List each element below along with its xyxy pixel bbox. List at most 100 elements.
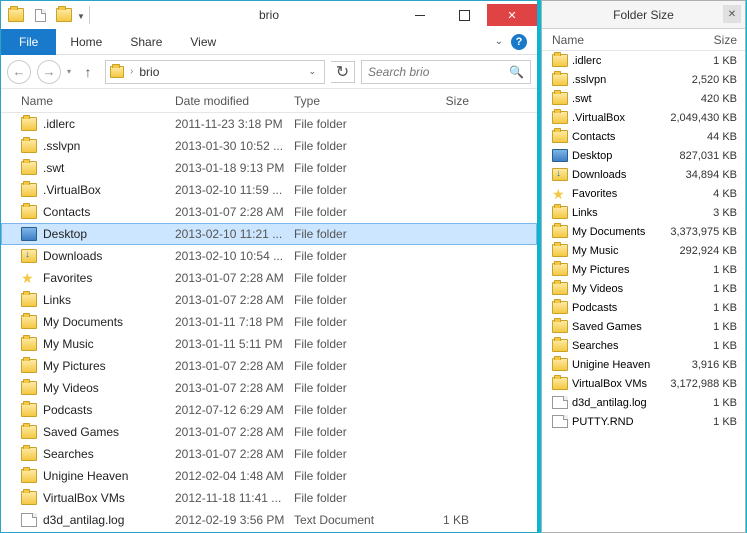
- file-date: 2013-01-07 2:28 AM: [175, 271, 294, 285]
- file-date: 2013-01-07 2:28 AM: [175, 205, 294, 219]
- header-type[interactable]: Type: [294, 94, 409, 108]
- file-row[interactable]: My Videos2013-01-07 2:28 AMFile folder: [1, 377, 537, 399]
- star-icon: ★: [21, 271, 37, 285]
- panel-header-name[interactable]: Name: [552, 33, 657, 47]
- back-button[interactable]: ←: [7, 60, 31, 84]
- header-size[interactable]: Size: [409, 94, 489, 108]
- qat-properties[interactable]: [29, 4, 51, 26]
- file-row[interactable]: My Pictures2013-01-07 2:28 AMFile folder: [1, 355, 537, 377]
- file-date: 2013-01-30 10:52 ...: [175, 139, 294, 153]
- panel-row[interactable]: .idlerc1 KB: [542, 51, 745, 70]
- panel-item-name: Downloads: [572, 169, 657, 181]
- tab-home[interactable]: Home: [56, 29, 116, 55]
- folder-icon: [21, 491, 37, 505]
- file-row[interactable]: Podcasts2012-07-12 6:29 AMFile folder: [1, 399, 537, 421]
- panel-row[interactable]: .sslvpn2,520 KB: [542, 70, 745, 89]
- panel-item-name: My Documents: [572, 226, 657, 238]
- panel-item-name: My Music: [572, 245, 657, 257]
- panel-list[interactable]: .idlerc1 KB.sslvpn2,520 KB.swt420 KB.Vir…: [542, 51, 745, 532]
- tab-view[interactable]: View: [176, 29, 230, 55]
- qat-new-folder[interactable]: [53, 4, 75, 26]
- chevron-right-icon: ›: [130, 66, 133, 77]
- panel-row[interactable]: My Videos1 KB: [542, 279, 745, 298]
- panel-row[interactable]: .VirtualBox2,049,430 KB: [542, 108, 745, 127]
- panel-row[interactable]: PUTTY.RND1 KB: [542, 412, 745, 431]
- file-row[interactable]: .sslvpn2013-01-30 10:52 ...File folder: [1, 135, 537, 157]
- folder-icon: [8, 8, 24, 22]
- panel-row[interactable]: My Documents3,373,975 KB: [542, 222, 745, 241]
- panel-item-name: Favorites: [572, 188, 657, 200]
- file-row[interactable]: Downloads2013-02-10 10:54 ...File folder: [1, 245, 537, 267]
- folder-icon: [21, 117, 37, 131]
- panel-row[interactable]: Saved Games1 KB: [542, 317, 745, 336]
- panel-row[interactable]: Searches1 KB: [542, 336, 745, 355]
- file-row[interactable]: .idlerc2011-11-23 3:18 PMFile folder: [1, 113, 537, 135]
- app-icon[interactable]: [5, 4, 27, 26]
- file-type: File folder: [294, 381, 409, 395]
- file-type: File folder: [294, 271, 409, 285]
- ribbon-expand-icon[interactable]: ⌄: [495, 36, 503, 47]
- file-row[interactable]: .VirtualBox2013-02-10 11:59 ...File fold…: [1, 179, 537, 201]
- panel-row[interactable]: Unigine Heaven3,916 KB: [542, 355, 745, 374]
- tab-file[interactable]: File: [1, 29, 56, 55]
- panel-titlebar: Folder Size ✕: [542, 1, 745, 29]
- file-name: My Videos: [43, 381, 175, 395]
- file-name: Links: [43, 293, 175, 307]
- qat-dropdown[interactable]: ▼: [77, 10, 85, 21]
- file-name: Podcasts: [43, 403, 175, 417]
- panel-row[interactable]: My Music292,924 KB: [542, 241, 745, 260]
- maximize-button[interactable]: [442, 4, 487, 26]
- address-path[interactable]: brio: [139, 65, 159, 79]
- header-date[interactable]: Date modified: [175, 94, 294, 108]
- panel-row[interactable]: d3d_antilag.log1 KB: [542, 393, 745, 412]
- panel-row[interactable]: VirtualBox VMs3,172,988 KB: [542, 374, 745, 393]
- file-type: Text Document: [294, 513, 409, 527]
- panel-row[interactable]: Downloads34,894 KB: [542, 165, 745, 184]
- file-row[interactable]: d3d_antilag.log2012-02-19 3:56 PMText Do…: [1, 509, 537, 531]
- file-date: 2013-01-07 2:28 AM: [175, 293, 294, 307]
- file-list[interactable]: .idlerc2011-11-23 3:18 PMFile folder.ssl…: [1, 113, 537, 532]
- panel-row[interactable]: .swt420 KB: [542, 89, 745, 108]
- panel-row[interactable]: Podcasts1 KB: [542, 298, 745, 317]
- history-dropdown-icon[interactable]: ▾: [67, 67, 71, 76]
- file-icon: [552, 415, 568, 428]
- help-icon[interactable]: ?: [511, 34, 527, 50]
- file-date: 2012-02-04 1:48 AM: [175, 469, 294, 483]
- folder-icon: [552, 320, 568, 333]
- file-row[interactable]: Desktop2013-02-10 11:21 ...File folder: [1, 223, 537, 245]
- file-row[interactable]: Links2013-01-07 2:28 AMFile folder: [1, 289, 537, 311]
- file-type: File folder: [294, 403, 409, 417]
- panel-item-name: Searches: [572, 340, 657, 352]
- panel-row[interactable]: Links3 KB: [542, 203, 745, 222]
- search-box[interactable]: 🔍: [361, 60, 531, 84]
- file-row[interactable]: Unigine Heaven2012-02-04 1:48 AMFile fol…: [1, 465, 537, 487]
- tab-share[interactable]: Share: [116, 29, 176, 55]
- refresh-button[interactable]: ↻: [331, 61, 355, 83]
- file-row[interactable]: Contacts2013-01-07 2:28 AMFile folder: [1, 201, 537, 223]
- forward-button[interactable]: →: [37, 60, 61, 84]
- file-row[interactable]: VirtualBox VMs2012-11-18 11:41 ...File f…: [1, 487, 537, 509]
- address-bar[interactable]: › brio ⌄: [105, 60, 325, 84]
- file-row[interactable]: ★Favorites2013-01-07 2:28 AMFile folder: [1, 267, 537, 289]
- close-button[interactable]: [487, 4, 537, 26]
- folder-size-panel: Folder Size ✕ Name Size .idlerc1 KB.sslv…: [541, 0, 746, 533]
- panel-row[interactable]: Desktop827,031 KB: [542, 146, 745, 165]
- folder-icon: [552, 358, 568, 371]
- up-button[interactable]: ↑: [77, 61, 99, 83]
- file-row[interactable]: My Music2013-01-11 5:11 PMFile folder: [1, 333, 537, 355]
- search-input[interactable]: [368, 65, 508, 79]
- file-row[interactable]: .swt2013-01-18 9:13 PMFile folder: [1, 157, 537, 179]
- file-row[interactable]: Searches2013-01-07 2:28 AMFile folder: [1, 443, 537, 465]
- minimize-button[interactable]: [397, 4, 442, 26]
- panel-row[interactable]: My Pictures1 KB: [542, 260, 745, 279]
- panel-close-button[interactable]: ✕: [723, 5, 741, 23]
- address-dropdown-icon[interactable]: ⌄: [304, 66, 320, 77]
- header-name[interactable]: Name: [21, 94, 175, 108]
- file-row[interactable]: My Documents2013-01-11 7:18 PMFile folde…: [1, 311, 537, 333]
- panel-header-size[interactable]: Size: [657, 33, 737, 47]
- panel-row[interactable]: Contacts44 KB: [542, 127, 745, 146]
- panel-item-name: PUTTY.RND: [572, 416, 657, 428]
- file-row[interactable]: PUTTY.RND2013-02-10 10:51 ...RND File: [1, 531, 537, 532]
- panel-row[interactable]: ★Favorites4 KB: [542, 184, 745, 203]
- file-row[interactable]: Saved Games2013-01-07 2:28 AMFile folder: [1, 421, 537, 443]
